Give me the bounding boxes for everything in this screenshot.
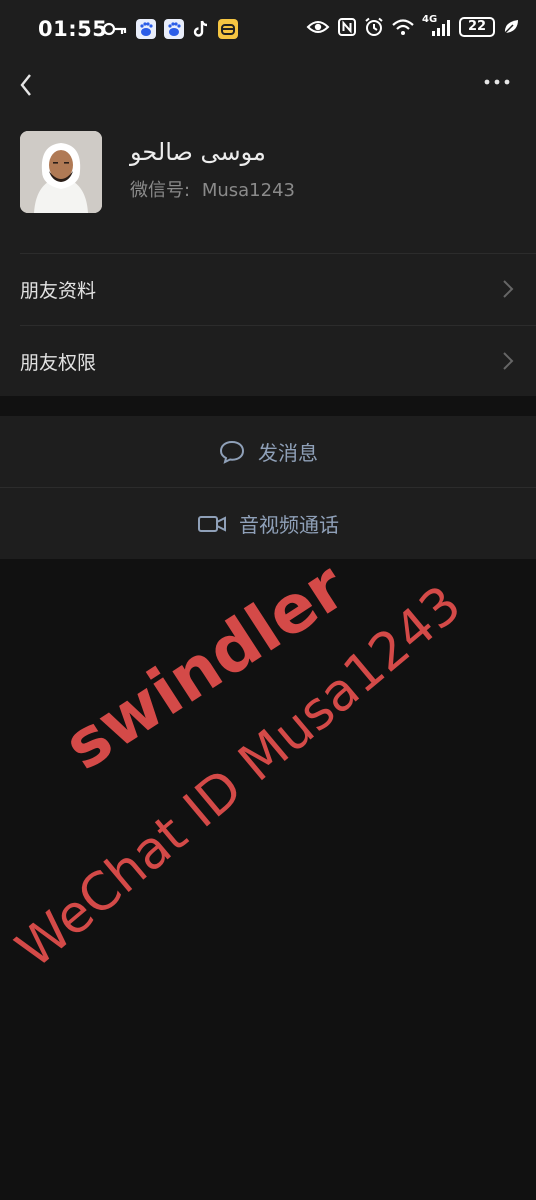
video-camera-icon [198,515,226,532]
leaf-icon [504,20,518,34]
nfc-icon [338,18,356,36]
notification-icons [102,19,238,39]
baidu-icon [164,19,184,39]
section-divider [0,396,536,416]
contact-name: موسى صالحو [130,138,266,166]
more-options-button[interactable] [482,68,514,100]
video-call-button[interactable]: 音视频通话 [0,487,536,559]
key-icon [102,22,127,36]
send-message-button[interactable]: 发消息 [0,416,536,487]
chevron-left-icon [20,74,31,96]
wechat-id-label: 微信号: [130,180,191,201]
eye-icon [306,21,330,33]
list-item-label: 朋友资料 [20,280,97,302]
status-time: 01:55 [38,17,108,41]
video-call-label: 音视频通话 [239,513,339,537]
system-status-icons: 4G 22 [306,14,520,37]
status-bar: 01:55 4G 22 [0,0,536,60]
profile-card: موسى صالحو 微信号: Musa1243 [0,108,536,253]
action-buttons: 发消息 音视频通话 [0,416,536,559]
chevron-right-icon [503,280,514,298]
signal-icon: 4G [422,14,452,37]
app-icon [218,19,238,39]
more-dots-icon [484,79,510,85]
settings-list: 朋友资料 朋友权限 [0,253,536,397]
send-message-label: 发消息 [258,441,318,465]
contact-profile-screen: 01:55 4G 22 موسى صالحو 微信号: Musa1243 朋友资… [0,0,536,1200]
wifi-icon [392,19,414,35]
baidu-icon [136,19,156,39]
avatar[interactable] [20,131,102,213]
wechat-id-row: 微信号: Musa1243 [130,176,295,202]
chat-bubble-icon [219,440,245,464]
list-item-friend-info[interactable]: 朋友资料 [20,253,536,325]
chevron-right-icon [503,352,514,370]
battery-icon: 22 [459,17,495,37]
list-item-friend-permissions[interactable]: 朋友权限 [20,325,536,397]
back-button[interactable] [14,66,44,102]
alarm-icon [365,17,383,36]
tiktok-icon [193,20,208,37]
list-item-label: 朋友权限 [20,352,97,374]
top-navigation-bar [0,60,536,108]
wechat-id-value: Musa1243 [201,180,295,201]
